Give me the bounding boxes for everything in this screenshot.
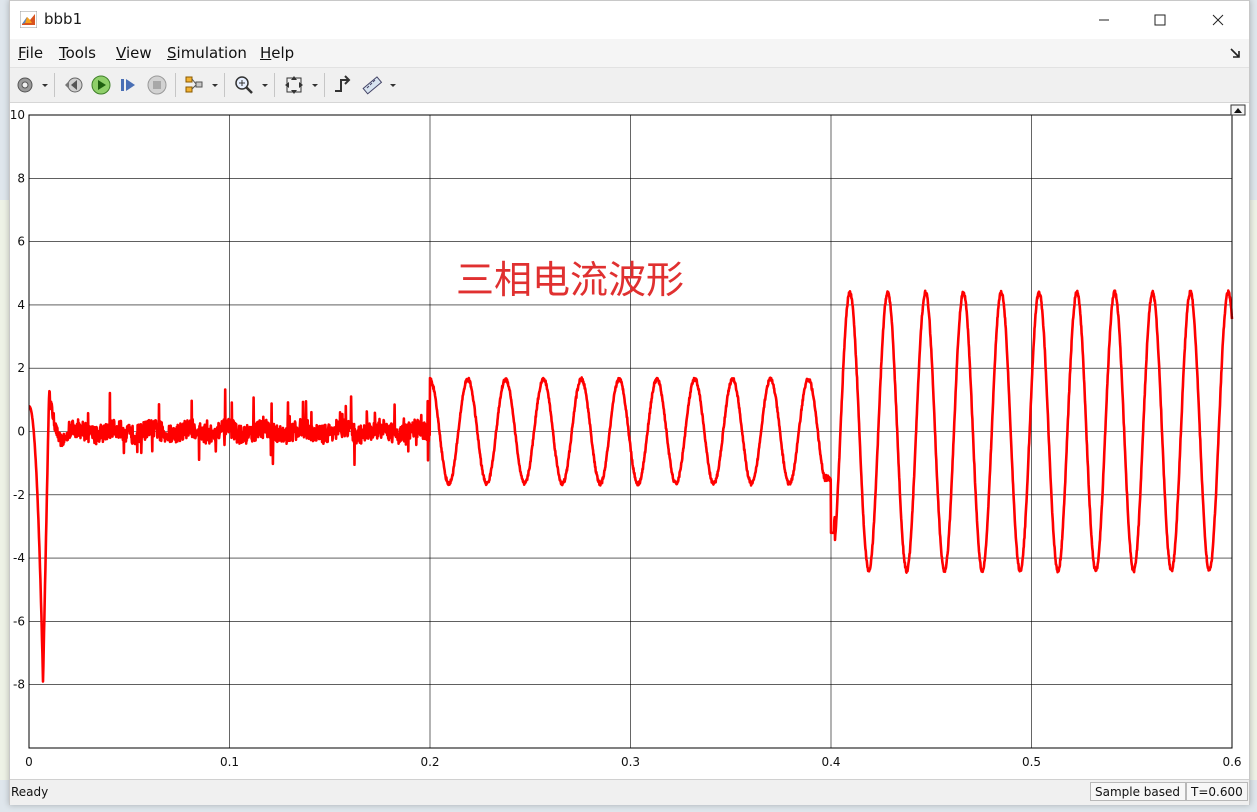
step-back-icon[interactable]	[63, 74, 85, 96]
highlight-dropdown-icon[interactable]	[211, 78, 219, 92]
step-forward-icon[interactable]	[118, 74, 140, 96]
zoom-icon[interactable]	[233, 74, 255, 96]
x-tick-label: 0.1	[220, 755, 239, 769]
maximize-button[interactable]	[1131, 1, 1189, 39]
restore-axes-button[interactable]	[1230, 104, 1246, 116]
gear-dropdown-icon[interactable]	[41, 78, 49, 92]
menu-simulation[interactable]: Simulation	[167, 44, 247, 62]
toolbar-separator	[274, 73, 275, 97]
menu-file[interactable]: File	[18, 44, 43, 62]
menu-tools[interactable]: Tools	[59, 44, 96, 62]
menu-help[interactable]: Help	[260, 44, 294, 62]
y-tick-label: 10	[10, 108, 25, 122]
current-waveform-chart[interactable]: 0 0.1 0.2 0.3 0.4 0.5 0.6 10 8 6 4 2 0 -2 -4 -6 -8 三相电流波…	[10, 103, 1249, 777]
autoscale-dropdown-icon[interactable]	[311, 78, 319, 92]
y-tick-label: 8	[17, 171, 25, 185]
close-button[interactable]	[1189, 1, 1247, 39]
close-icon	[1212, 14, 1224, 26]
menu-view[interactable]: View	[116, 44, 152, 62]
x-tick-label: 0.6	[1222, 755, 1241, 769]
maximize-icon	[1154, 14, 1166, 26]
gear-icon[interactable]	[14, 74, 36, 96]
menu-bar: File Tools View Simulation Help	[10, 39, 1249, 68]
x-tick-label: 0.5	[1022, 755, 1041, 769]
status-sample-mode: Sample based	[1090, 782, 1186, 801]
title-bar[interactable]: bbb1	[10, 1, 1249, 39]
highlight-block-icon[interactable]	[183, 74, 205, 96]
scope-plot-area[interactable]: 0 0.1 0.2 0.3 0.4 0.5 0.6 10 8 6 4 2 0 -2 -4 -6 -8 三相电流波…	[10, 103, 1249, 777]
toolbar-separator	[224, 73, 225, 97]
window-title: bbb1	[44, 10, 83, 28]
autoscale-icon[interactable]	[283, 74, 305, 96]
scope-window: bbb1 File Tools View Simulation Help 0 0…	[9, 0, 1250, 805]
y-tick-label: 4	[17, 298, 25, 312]
x-tick-label: 0	[25, 755, 33, 769]
zoom-dropdown-icon[interactable]	[261, 78, 269, 92]
toolbar-separator	[175, 73, 176, 97]
menu-overflow-arrow-icon[interactable]	[1229, 47, 1241, 59]
x-tick-label: 0.2	[420, 755, 439, 769]
toolbar-separator	[54, 73, 55, 97]
run-icon[interactable]	[90, 74, 112, 96]
toolbar	[10, 68, 1249, 103]
stop-icon[interactable]	[146, 74, 168, 96]
y-tick-label: 0	[17, 425, 25, 439]
y-tick-label: -8	[13, 678, 25, 692]
y-tick-label: 2	[17, 361, 25, 375]
background-window-edge-left	[0, 200, 9, 780]
y-tick-label: -4	[13, 551, 25, 565]
y-tick-label: -2	[13, 488, 25, 502]
measurement-icon[interactable]	[361, 74, 383, 96]
waveform-annotation: 三相电流波形	[456, 258, 684, 302]
toolbar-separator	[324, 73, 325, 97]
y-tick-label: 6	[17, 235, 25, 249]
status-time: T=0.600	[1186, 782, 1248, 801]
minimize-icon	[1099, 19, 1109, 21]
trigger-icon[interactable]	[332, 74, 354, 96]
status-bar: Ready Sample based T=0.600	[10, 779, 1249, 805]
x-tick-label: 0.4	[821, 755, 840, 769]
minimize-button[interactable]	[1075, 1, 1133, 39]
y-tick-label: -6	[13, 614, 25, 628]
x-tick-label: 0.3	[621, 755, 640, 769]
matlab-logo-icon	[20, 11, 37, 28]
status-ready: Ready	[11, 785, 49, 799]
measurement-dropdown-icon[interactable]	[389, 78, 397, 92]
